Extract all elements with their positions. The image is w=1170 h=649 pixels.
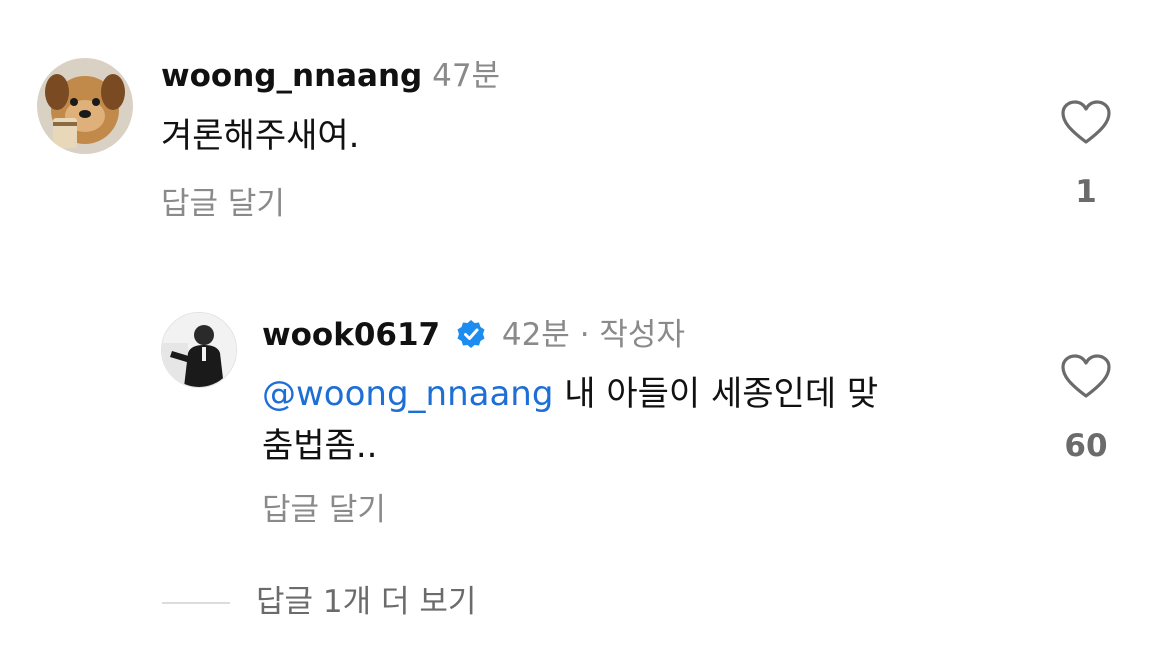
heart-icon xyxy=(1061,354,1111,398)
verified-badge-icon xyxy=(456,319,486,359)
reply-username[interactable]: wook0617 xyxy=(262,317,440,353)
comment-meta: woong_nnaang 47분 xyxy=(161,56,500,96)
reply-timestamp: 42분 xyxy=(501,317,570,353)
mention-link[interactable]: @woong_nnaang xyxy=(262,374,553,414)
comment-timestamp: 47분 xyxy=(432,58,501,94)
meta-separator: · xyxy=(579,317,590,353)
comment-username[interactable]: woong_nnaang xyxy=(161,58,422,94)
view-more-replies-button[interactable]: 답글 1개 더 보기 xyxy=(256,582,476,622)
comment-text: 겨론해주새여. xyxy=(161,116,360,156)
like-count: 60 xyxy=(1064,428,1108,464)
reply-avatar[interactable] xyxy=(161,312,237,388)
author-tag: 작성자 xyxy=(599,317,685,353)
like-button[interactable] xyxy=(1060,354,1112,400)
like-button[interactable] xyxy=(1060,100,1112,146)
heart-icon xyxy=(1061,100,1111,144)
reply-button[interactable]: 답글 달기 xyxy=(161,184,285,224)
man-in-suit-avatar-icon xyxy=(162,313,236,387)
commenter-avatar[interactable] xyxy=(37,58,133,154)
like-count: 1 xyxy=(1075,174,1097,210)
more-replies-divider xyxy=(162,602,230,604)
puppy-avatar-icon xyxy=(37,58,133,154)
reply-button[interactable]: 답글 달기 xyxy=(262,490,386,530)
reply-meta: wook0617 42분 · 작성자 xyxy=(262,315,685,359)
reply-text: @woong_nnaang 내 아들이 세종인데 맞 춤법좀.. xyxy=(262,368,1022,472)
